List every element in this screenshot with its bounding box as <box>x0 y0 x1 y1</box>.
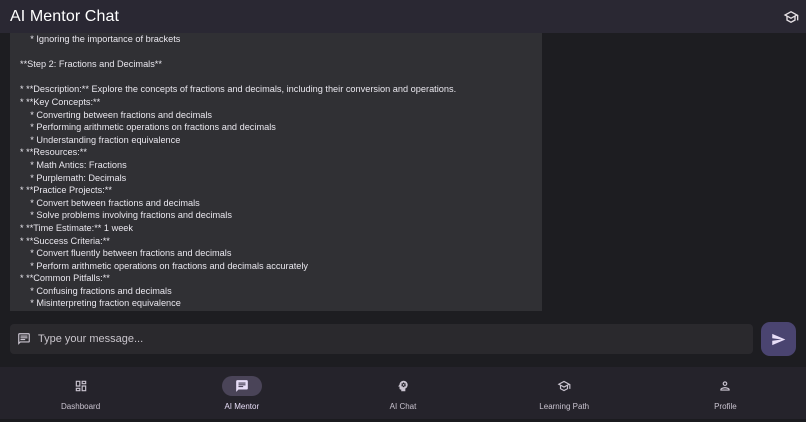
nav-label: Profile <box>714 402 737 411</box>
composer <box>0 311 806 367</box>
message-line: * Performing arithmetic operations on fr… <box>20 122 276 133</box>
nav-item-ai-mentor[interactable]: AI Mentor <box>161 367 322 419</box>
message-line: * **Time Estimate:** 1 week <box>20 222 134 233</box>
nav-item-learning-path[interactable]: Learning Path <box>484 367 645 419</box>
bottom-navigation: Dashboard AI Mentor AI Chat Learning Pat… <box>0 367 806 419</box>
message-line: * **Description:** Explore the concepts … <box>20 84 457 95</box>
nav-label: Dashboard <box>61 402 101 411</box>
school-icon <box>544 376 584 396</box>
person-icon <box>705 376 745 396</box>
message-input-container[interactable] <box>10 324 753 354</box>
message-line: * Math Antics: Fractions <box>20 159 127 170</box>
message-input[interactable] <box>38 333 718 345</box>
message-line: * **Success Criteria:** <box>20 235 110 246</box>
message-line <box>20 71 532 84</box>
psychology-icon <box>383 376 423 396</box>
nav-item-ai-chat[interactable]: AI Chat <box>322 367 483 419</box>
message-line: * Ignoring the importance of brackets <box>20 34 181 44</box>
message-line <box>20 46 532 59</box>
send-icon <box>772 333 786 345</box>
chat-area[interactable]: * Ignoring the importance of brackets **… <box>0 33 806 311</box>
message-text: * Ignoring the importance of brackets **… <box>20 33 532 310</box>
send-button[interactable] <box>761 322 796 356</box>
message-line: * Purplemath: Decimals <box>20 172 127 183</box>
message-line: * Misinterpreting fraction equivalence <box>20 298 181 309</box>
school-icon[interactable] <box>782 8 800 26</box>
nav-label: AI Mentor <box>224 402 260 411</box>
message-line: * Solve problems involving fractions and… <box>20 210 232 221</box>
app-bar: AI Mentor Chat <box>0 0 806 33</box>
message-line: * **Key Concepts:** <box>20 96 101 107</box>
message-line: * **Practice Projects:** <box>20 185 112 196</box>
message-line: * **Resources:** <box>20 147 87 158</box>
nav-label: Learning Path <box>539 402 590 411</box>
assistant-message: * Ignoring the importance of brackets **… <box>10 33 542 311</box>
page-title: AI Mentor Chat <box>10 7 120 25</box>
message-line: **Step 2: Fractions and Decimals** <box>20 59 162 70</box>
nav-item-profile[interactable]: Profile <box>645 367 806 419</box>
message-line: * **Common Pitfalls:** <box>20 273 110 284</box>
chat-bubble-icon <box>16 331 32 347</box>
message-line: * Understanding fraction equivalence <box>20 134 181 145</box>
message-line: * Confusing fractions and decimals <box>20 285 172 296</box>
nav-label: AI Chat <box>389 402 417 411</box>
dashboard-icon <box>61 376 101 396</box>
message-line: * Convert fluently between fractions and… <box>20 248 232 259</box>
nav-item-dashboard[interactable]: Dashboard <box>0 367 161 419</box>
message-line: * Convert between fractions and decimals <box>20 197 200 208</box>
message-line: * Converting between fractions and decim… <box>20 109 213 120</box>
chat-icon <box>221 376 262 396</box>
message-line: * Perform arithmetic operations on fract… <box>20 260 309 271</box>
